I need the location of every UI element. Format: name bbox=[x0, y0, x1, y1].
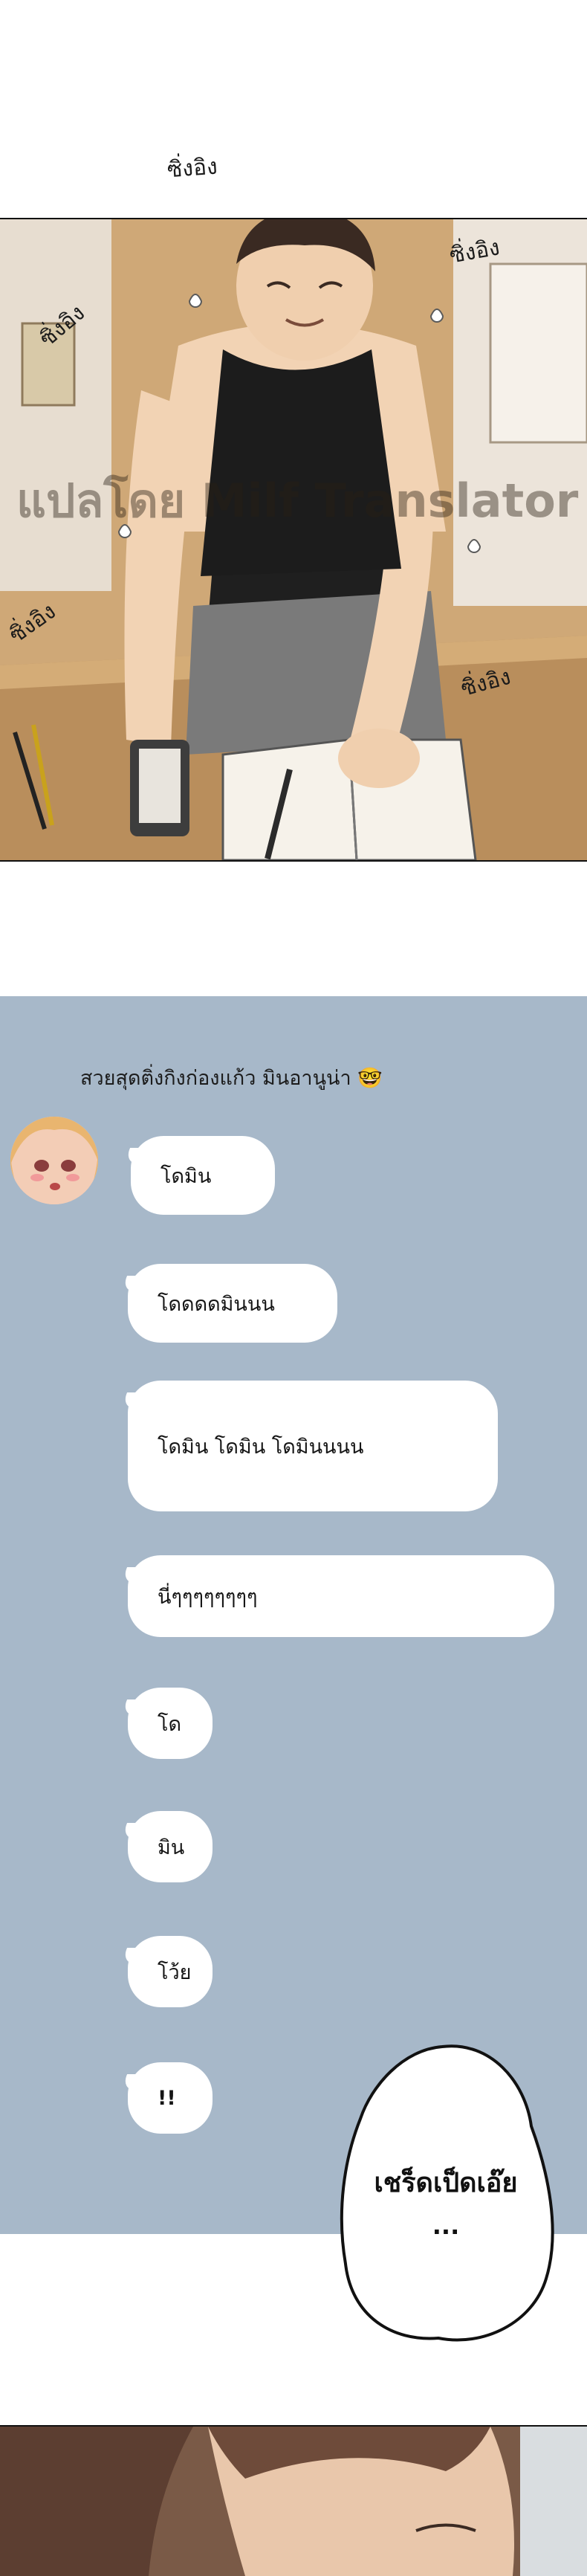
studying-scene-illustration bbox=[0, 219, 587, 860]
message-bubble: โดมิน bbox=[122, 1136, 275, 1215]
message-bubble: โดดดดมินนน bbox=[119, 1264, 337, 1343]
closeup-panel bbox=[0, 2425, 587, 2576]
message-text: โดมิน bbox=[160, 1164, 212, 1188]
message-text: โว้ย bbox=[158, 1960, 192, 1984]
message-bubble: !! bbox=[119, 2062, 213, 2134]
message-text: โดมิน โดมิน โดมินนนน bbox=[158, 1435, 364, 1459]
nerd-face-emoji: 🤓 bbox=[357, 1067, 383, 1090]
message-text: โดดดดมินนน bbox=[158, 1292, 275, 1316]
message-text: !! bbox=[158, 2086, 176, 2110]
sfx-text-top: ซิ่งอิง bbox=[166, 153, 218, 184]
message-bubble: โว้ย bbox=[119, 1936, 213, 2007]
sender-avatar-illustration bbox=[10, 1117, 98, 1204]
sender-avatar bbox=[10, 1117, 98, 1204]
translator-watermark: แปลโดย Milf Translator bbox=[16, 474, 579, 528]
message-bubble: โดมิน โดมิน โดมินนนน bbox=[119, 1381, 498, 1511]
message-bubble: โด bbox=[119, 1688, 213, 1759]
message-text: นี่ๆๆๆๆๆๆๆๆ bbox=[158, 1585, 258, 1609]
closeup-illustration bbox=[0, 2427, 587, 2576]
shout-line-1: เชร็ดเป็ดเอ๊ย bbox=[374, 2168, 518, 2198]
message-bubble: นี่ๆๆๆๆๆๆๆๆ bbox=[119, 1555, 554, 1637]
message-text: มิน bbox=[158, 1836, 185, 1859]
chat-title-text: สวยสุดติ่งกิงก่องแก้ว มินอานูน่า bbox=[80, 1067, 351, 1090]
message-bubble: มิน bbox=[119, 1811, 213, 1882]
message-text: โด bbox=[158, 1712, 182, 1736]
studying-panel: แปลโดย Milf Translator ซิ่งอิง ซิ่งอิง ซ… bbox=[0, 218, 587, 862]
shout-line-2: ... bbox=[432, 2212, 460, 2240]
chat-title: สวยสุดติ่งกิงก่องแก้ว มินอานูน่า 🤓 bbox=[80, 1062, 383, 1094]
